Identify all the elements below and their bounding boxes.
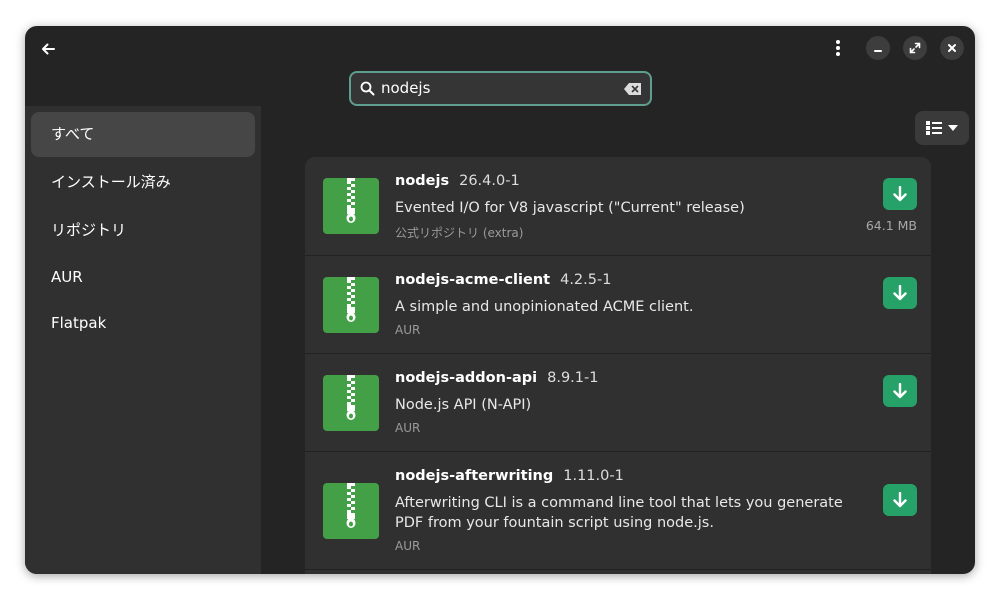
package-title: nodejs-addon-api 8.9.1-1 <box>395 370 598 386</box>
package-source: AUR <box>395 323 421 337</box>
download-button[interactable] <box>883 178 917 210</box>
sidebar-item-aur[interactable]: AUR <box>31 255 255 300</box>
view-mode-button[interactable] <box>915 111 969 145</box>
package-version: 1.11.0-1 <box>563 468 624 484</box>
download-arrow-icon <box>893 285 907 301</box>
package-title: nodejs-acme-client 4.2.5-1 <box>395 272 611 288</box>
package-row[interactable]: nodejs-acme-client 4.2.5-1 A simple and u… <box>305 255 931 353</box>
download-arrow-icon <box>893 492 907 508</box>
search-input[interactable] <box>381 73 611 104</box>
package-row[interactable] <box>305 569 931 574</box>
zip-archive-icon <box>323 178 379 234</box>
zip-archive-icon <box>323 277 379 333</box>
package-name: nodejs-addon-api <box>395 370 538 386</box>
clear-search-button[interactable] <box>623 79 643 99</box>
search-icon <box>360 81 375 96</box>
package-list: nodejs 26.4.0-1 Evented I/O for V8 javasc… <box>305 157 931 574</box>
sidebar-item-label: すべて <box>51 125 95 143</box>
package-name: nodejs-acme-client <box>395 272 551 288</box>
package-source: 公式リポジトリ (extra) <box>395 226 524 240</box>
package-name: nodejs <box>395 173 450 189</box>
sidebar-item-label: リポジトリ <box>51 221 127 239</box>
close-icon <box>948 44 956 52</box>
zip-archive-icon <box>323 483 379 539</box>
package-description: Afterwriting CLI is a command line tool … <box>395 495 843 531</box>
package-description: Evented I/O for V8 javascript ("Current"… <box>395 200 745 216</box>
close-button[interactable] <box>940 36 964 60</box>
maximize-button[interactable] <box>903 36 927 60</box>
download-arrow-icon <box>893 186 907 202</box>
package-title: nodejs-afterwriting 1.11.0-1 <box>395 468 624 484</box>
package-row[interactable]: nodejs-addon-api 8.9.1-1 Node.js API (N-A… <box>305 353 931 451</box>
package-description: Node.js API (N-API) <box>395 397 532 413</box>
sidebar-item-installed[interactable]: インストール済み <box>31 160 255 205</box>
download-button[interactable] <box>883 277 917 309</box>
kebab-menu-icon <box>836 40 840 56</box>
sidebar: すべて インストール済み リポジトリ AUR Flatpak <box>25 106 261 574</box>
package-name: nodejs-afterwriting <box>395 468 554 484</box>
package-source: AUR <box>395 421 421 435</box>
download-button[interactable] <box>883 484 917 516</box>
app-window: すべて インストール済み リポジトリ AUR Flatpak <box>25 26 975 574</box>
sidebar-item-label: AUR <box>51 268 83 286</box>
list-view-icon <box>926 121 942 135</box>
chevron-down-icon <box>948 125 958 131</box>
package-size: 64.1 MB <box>865 218 917 233</box>
sidebar-item-all[interactable]: すべて <box>31 112 255 157</box>
package-source: AUR <box>395 539 421 553</box>
search-bar[interactable] <box>349 71 652 106</box>
arrow-left-icon <box>42 43 55 55</box>
zip-archive-icon <box>323 375 379 431</box>
sidebar-item-flatpak[interactable]: Flatpak <box>31 301 255 346</box>
package-version: 4.2.5-1 <box>560 272 612 288</box>
package-row[interactable]: nodejs-afterwriting 1.11.0-1 Afterwriting… <box>305 451 931 569</box>
package-description: A simple and unopinionated ACME client. <box>395 299 694 315</box>
minimize-button[interactable] <box>866 36 890 60</box>
back-button[interactable] <box>37 38 59 60</box>
package-version: 8.9.1-1 <box>547 370 599 386</box>
maximize-icon <box>909 42 921 54</box>
main-menu-button[interactable] <box>826 36 850 60</box>
download-button[interactable] <box>883 375 917 407</box>
package-version: 26.4.0-1 <box>459 173 520 189</box>
package-row[interactable]: nodejs 26.4.0-1 Evented I/O for V8 javasc… <box>305 157 931 255</box>
sidebar-item-label: Flatpak <box>51 314 107 332</box>
backspace-clear-icon <box>624 83 641 95</box>
package-title: nodejs 26.4.0-1 <box>395 173 520 189</box>
sidebar-item-repositories[interactable]: リポジトリ <box>31 208 255 253</box>
download-arrow-icon <box>893 383 907 399</box>
minimize-icon <box>874 50 882 52</box>
sidebar-item-label: インストール済み <box>51 173 171 191</box>
